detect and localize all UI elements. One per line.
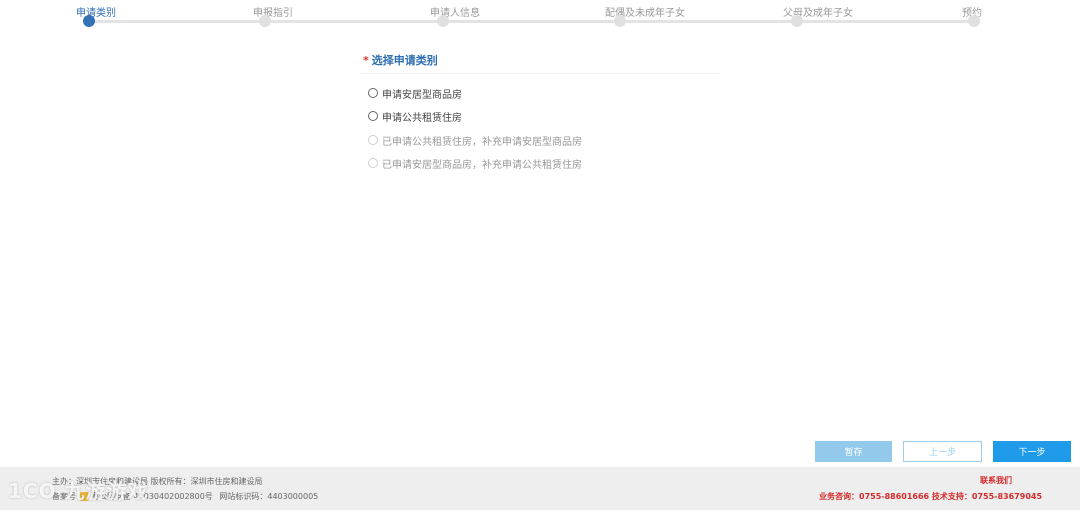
previous-step-button[interactable]: 上一步: [903, 441, 982, 462]
footer-site-code: 网站标识码：4403000005: [219, 492, 319, 501]
option-label: 申请安居型商品房: [382, 89, 462, 101]
option-label: 已申请公共租赁住房，补充申请安居型商品房: [382, 136, 582, 148]
option-label: 申请公共租赁住房: [382, 112, 462, 124]
option-public-rental[interactable]: 申请公共租赁住房: [368, 108, 462, 124]
step-dot-category[interactable]: [83, 15, 95, 27]
section-title-text: 选择申请类别: [371, 54, 438, 67]
radio-circle-icon: [368, 135, 378, 145]
contact-phone-info: 业务咨询：0755-88601666 技术支持：0755-83679045: [819, 492, 1043, 501]
section-title: * 选择申请类别: [363, 52, 438, 68]
application-page: 申请类别 申报指引 申请人信息 配偶及未成年子女 父母及成年子女 预约 * 选择申…: [0, 0, 1080, 510]
save-draft-button[interactable]: 暂存: [815, 441, 892, 462]
stepper-track: [88, 20, 974, 23]
next-step-button[interactable]: 下一步: [993, 441, 1071, 462]
option-supplement-rental: 已申请安居型商品房，补充申请公共租赁住房: [368, 155, 582, 171]
option-supplement-affordable: 已申请公共租赁住房，补充申请安居型商品房: [368, 132, 582, 148]
required-mark: *: [363, 54, 369, 67]
radio-circle-icon[interactable]: [368, 88, 378, 98]
radio-circle-icon[interactable]: [368, 111, 378, 121]
option-label: 已申请安居型商品房，补充申请公共租赁住房: [382, 159, 582, 171]
option-affordable-housing[interactable]: 申请安居型商品房: [368, 85, 462, 101]
step-dot-spouse-children: [614, 15, 626, 27]
site-footer: 主办：深圳市住房和建设局 版权所有：深圳市住房和建设局 备案号 粤公网安备 440…: [0, 467, 1080, 510]
step-dot-applicant: [437, 15, 449, 27]
contact-us-link[interactable]: 联系我们: [980, 475, 1012, 486]
step-label-category[interactable]: 申请类别: [76, 4, 116, 19]
step-dot-appointment: [968, 15, 980, 27]
watermark-logo: 1CO 九游游戏: [8, 479, 149, 503]
step-dot-parents-adult-children: [791, 15, 803, 27]
progress-stepper: 申请类别 申报指引 申请人信息 配偶及未成年子女 父母及成年子女 预约: [0, 0, 1080, 40]
section-divider: [360, 73, 720, 74]
radio-circle-icon: [368, 158, 378, 168]
step-dot-guide: [259, 15, 271, 27]
